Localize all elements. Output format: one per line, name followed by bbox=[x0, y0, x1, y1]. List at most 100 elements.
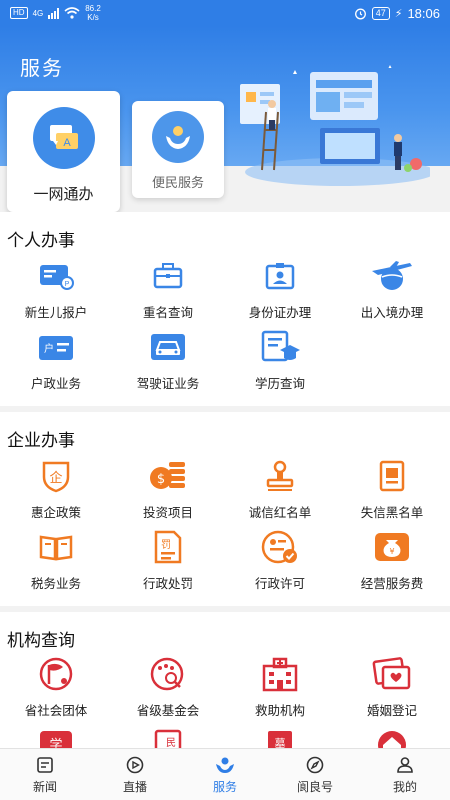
service-label: 新生儿报户 bbox=[24, 306, 88, 320]
id-badge-icon bbox=[258, 258, 302, 294]
section-institution: 机构查询 省社会团体 省级基金会 救助机构 婚姻登记 学 民 墓 bbox=[0, 612, 450, 748]
car-icon bbox=[146, 329, 190, 365]
cemetery-icon: 墓 bbox=[258, 724, 302, 748]
service-label: 行政处罚 bbox=[142, 577, 193, 591]
nav-mine[interactable]: 我的 bbox=[360, 749, 450, 800]
service-household[interactable]: 户 户政业务 bbox=[0, 329, 112, 392]
service-provincial-foundation[interactable]: 省级基金会 bbox=[112, 656, 224, 719]
service-icon bbox=[216, 757, 234, 773]
briefcase-icon bbox=[146, 258, 190, 294]
service-provincial-social-groups[interactable]: 省社会团体 bbox=[0, 656, 112, 719]
service-marriage-registration[interactable]: 婚姻登记 bbox=[336, 656, 448, 719]
service-label: 经营服务费 bbox=[360, 577, 424, 591]
compass-icon bbox=[306, 756, 324, 773]
service-duplicate-name-query[interactable]: 重名查询 bbox=[112, 258, 224, 321]
airplane-globe-icon bbox=[370, 258, 414, 294]
svg-text:¥: ¥ bbox=[389, 547, 394, 556]
quick-card-label: 便民服务 bbox=[151, 175, 204, 190]
section-title: 个人办事 bbox=[7, 231, 75, 250]
service-tax[interactable]: 税务业务 bbox=[0, 529, 112, 592]
service-label: 行政许可 bbox=[254, 577, 305, 591]
chat-document-icon: A bbox=[32, 107, 95, 169]
service-partial-cemetery[interactable]: 墓 bbox=[224, 724, 336, 748]
service-id-card[interactable]: 身份证办理 bbox=[224, 258, 336, 321]
svg-text:A: A bbox=[63, 137, 71, 149]
blacklist-icon bbox=[370, 458, 414, 494]
service-partial-school[interactable]: 学 bbox=[0, 724, 112, 748]
service-admin-permit[interactable]: 行政许可 bbox=[224, 529, 336, 592]
id-card-icon: P bbox=[34, 258, 78, 294]
service-investment-project[interactable]: $ 投资项目 bbox=[112, 458, 224, 521]
money-bag-icon: ¥ bbox=[370, 529, 414, 565]
wifi-icon bbox=[64, 7, 80, 19]
caring-hands-icon bbox=[152, 111, 204, 163]
section-enterprise: 企业办事 企 惠企政策 $ 投资项目 诚信红名单 失信黑名单 税务业务 罚 行政… bbox=[0, 412, 450, 606]
svg-text:户: 户 bbox=[44, 342, 54, 355]
service-partial-civil[interactable]: 民 bbox=[112, 724, 224, 748]
service-illustration bbox=[240, 65, 430, 186]
nav-langliang[interactable]: 阆良号 bbox=[270, 749, 360, 800]
service-business-fee[interactable]: ¥ 经营服务费 bbox=[336, 529, 448, 592]
net-speed-value: 86.2 bbox=[85, 4, 101, 13]
service-relief-institution[interactable]: 救助机构 bbox=[224, 656, 336, 719]
nav-label: 新闻 bbox=[32, 779, 57, 794]
battery-level: 47 bbox=[371, 6, 390, 20]
service-label: 身份证办理 bbox=[248, 306, 312, 320]
service-credit-redlist[interactable]: 诚信红名单 bbox=[224, 458, 336, 521]
service-label: 省社会团体 bbox=[24, 704, 88, 718]
household-card-icon: 户 bbox=[34, 329, 78, 365]
charging-icon: ⚡ bbox=[394, 7, 403, 20]
page-title: 服务 bbox=[20, 58, 64, 80]
service-newborn-registration[interactable]: P 新生儿报户 bbox=[0, 258, 112, 321]
service-label: 省级基金会 bbox=[136, 704, 200, 718]
quick-card-one-network[interactable]: A 一网通办 bbox=[7, 91, 120, 212]
enterprise-shield-icon: 企 bbox=[34, 458, 78, 494]
service-driver-license[interactable]: 驾驶证业务 bbox=[112, 329, 224, 392]
partial-label: 墓 bbox=[275, 737, 286, 748]
net-speed: 86.2 K/s bbox=[85, 4, 101, 22]
service-partial-house[interactable] bbox=[336, 724, 448, 748]
quick-card-convenience[interactable]: 便民服务 bbox=[132, 101, 224, 198]
quick-card-label: 一网通办 bbox=[33, 186, 94, 203]
service-label: 救助机构 bbox=[254, 704, 305, 718]
status-bar: HD 4G 86.2 K/s 47 ⚡ 18:06 bbox=[0, 0, 450, 26]
service-dishonest-blacklist[interactable]: 失信黑名单 bbox=[336, 458, 448, 521]
flag-badge-icon bbox=[34, 656, 78, 692]
service-label: 失信黑名单 bbox=[360, 506, 424, 520]
penalty-document-icon: 罚 bbox=[146, 529, 190, 565]
svg-text:罚: 罚 bbox=[161, 539, 171, 551]
nav-news[interactable]: 新闻 bbox=[0, 749, 90, 800]
service-label: 诚信红名单 bbox=[248, 506, 312, 520]
nav-service[interactable]: 服务 bbox=[180, 749, 270, 800]
clock: 18:06 bbox=[407, 5, 440, 21]
service-label: 驾驶证业务 bbox=[136, 377, 200, 391]
graduation-icon bbox=[258, 329, 302, 365]
net-speed-unit: K/s bbox=[87, 13, 99, 22]
coin-stack-icon: $ bbox=[146, 458, 190, 494]
service-label: 重名查询 bbox=[142, 306, 193, 320]
nav-label: 我的 bbox=[392, 779, 417, 794]
service-education-query[interactable]: 学历查询 bbox=[224, 329, 336, 392]
partial-label: 学 bbox=[49, 737, 62, 748]
user-icon bbox=[397, 756, 413, 773]
network-type: 4G bbox=[32, 8, 44, 18]
nav-live[interactable]: 直播 bbox=[90, 749, 180, 800]
service-admin-penalty[interactable]: 罚 行政处罚 bbox=[112, 529, 224, 592]
tax-book-icon bbox=[34, 529, 78, 565]
svg-text:P: P bbox=[65, 281, 70, 288]
service-entry-exit[interactable]: 出入境办理 bbox=[336, 258, 448, 321]
service-label: 学历查询 bbox=[254, 377, 305, 391]
live-icon bbox=[126, 756, 144, 773]
section-title: 机构查询 bbox=[7, 631, 75, 650]
service-label: 婚姻登记 bbox=[366, 704, 417, 718]
service-label: 投资项目 bbox=[142, 506, 193, 520]
news-icon bbox=[37, 756, 53, 773]
school-icon: 学 bbox=[34, 724, 78, 748]
signal-icon bbox=[48, 7, 60, 19]
hd-indicator: HD bbox=[10, 7, 28, 19]
alarm-icon bbox=[354, 8, 366, 19]
service-enterprise-policy[interactable]: 企 惠企政策 bbox=[0, 458, 112, 521]
foundation-search-icon bbox=[146, 656, 190, 692]
nav-label: 直播 bbox=[122, 779, 147, 794]
service-label: 惠企政策 bbox=[30, 506, 81, 520]
